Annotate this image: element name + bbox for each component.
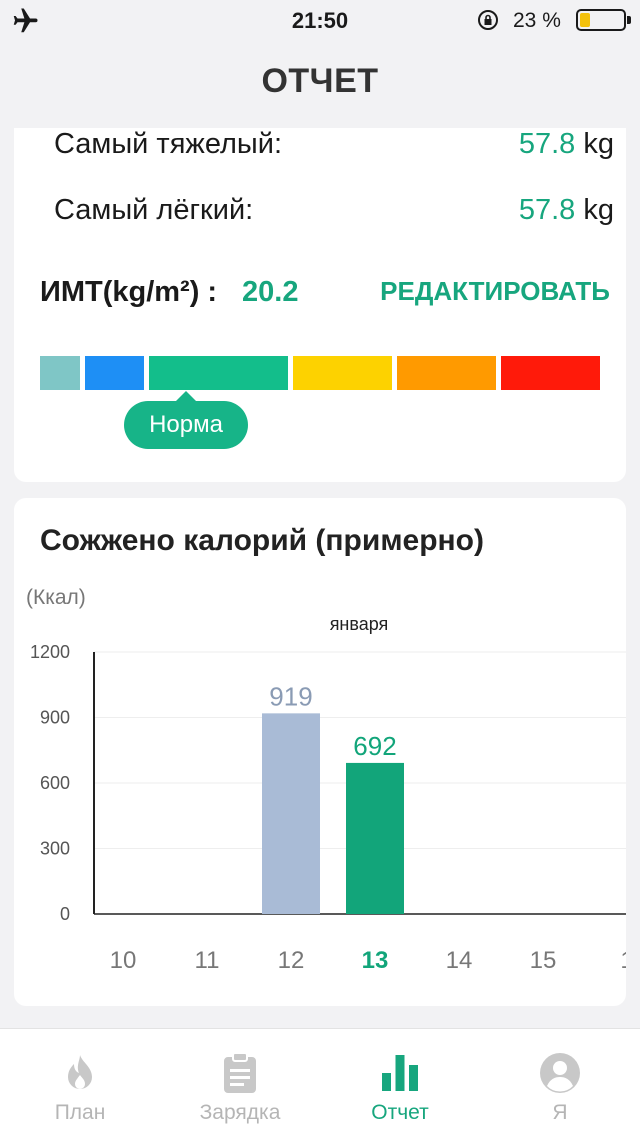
battery-percent: 23 %	[513, 9, 561, 32]
y-tick-label: 300	[40, 839, 70, 859]
user-icon	[540, 1053, 580, 1093]
battery-cap	[627, 16, 631, 24]
bmi-scale-segment-6	[501, 356, 600, 390]
heaviest-value: 57.8 kg	[519, 128, 614, 161]
tab-report-label: Отчет	[371, 1101, 429, 1124]
tab-profile[interactable]: Я	[480, 1029, 640, 1136]
clipboard-icon	[224, 1052, 256, 1093]
y-tick-label: 1200	[30, 642, 70, 662]
bmi-status-badge: Норма	[124, 391, 248, 449]
x-tick-label: 14	[446, 947, 473, 974]
bmi-status-text: Норма	[149, 411, 223, 438]
x-tick-label: 13	[362, 947, 389, 974]
lightest-value: 57.8 kg	[519, 194, 614, 227]
heaviest-label: Самый тяжелый:	[54, 128, 283, 160]
bar-13	[346, 762, 404, 914]
heaviest-unit: kg	[583, 128, 614, 160]
bar-12	[262, 713, 320, 914]
calories-card: Сожжено калорий (примерно) (Ккал) 0 300 60…	[14, 498, 626, 1006]
bmi-scale-segment-4	[293, 356, 392, 390]
flame-icon	[68, 1055, 92, 1089]
bar-chart-icon	[382, 1055, 418, 1091]
x-tick-label: 15	[530, 947, 557, 974]
bmi-label: ИМТ(kg/m²) :	[40, 276, 218, 308]
rotation-lock-icon	[478, 10, 498, 30]
edit-bmi-button[interactable]: РЕДАКТИРОВАТЬ	[380, 276, 610, 307]
bmi-scale-segment-5	[397, 356, 496, 390]
y-tick-label: 600	[40, 773, 70, 793]
y-tick-label: 0	[60, 904, 70, 924]
battery-icon	[576, 9, 626, 31]
tab-plan[interactable]: План	[0, 1029, 160, 1136]
x-tick-label: 10	[110, 947, 137, 974]
heaviest-number: 57.8	[518, 128, 576, 160]
lightest-row: Самый лёгкий: 57.8 kg	[54, 194, 614, 234]
bmi-scale-segment-2	[85, 356, 144, 390]
x-tick-label: 12	[278, 947, 305, 974]
bmi-value: 20.2	[242, 276, 299, 308]
tab-plan-label: План	[54, 1101, 106, 1124]
lightest-label: Самый лёгкий:	[54, 194, 254, 226]
calories-bar-chart[interactable]: 0 300 600 900 1200 января 10 11 919 12 692 13 14 15 1	[14, 498, 626, 1006]
lightest-number: 57.8	[518, 194, 576, 226]
x-tick-label: 11	[195, 947, 220, 974]
page-title: ОТЧЕТ	[261, 62, 379, 100]
bmi-scale-segment-1	[40, 356, 80, 390]
status-bar: 21:50 23 %	[0, 0, 640, 40]
bmi-status-pointer	[176, 391, 196, 401]
tab-exercise-label: Зарядка	[199, 1101, 281, 1124]
tab-bar: План Зарядка Отчет Я	[0, 1028, 640, 1136]
x-tick-label: 1	[620, 947, 626, 974]
lightest-unit: kg	[583, 194, 614, 226]
tab-profile-label: Я	[552, 1101, 568, 1124]
y-tick-label: 900	[40, 708, 70, 728]
bmi-scale-segment-3	[149, 356, 288, 390]
heaviest-row: Самый тяжелый: 57.8 kg	[54, 128, 614, 168]
bar-value-label: 692	[353, 731, 396, 761]
tab-report[interactable]: Отчет	[320, 1029, 480, 1136]
month-label: января	[330, 614, 389, 634]
bar-value-label: 919	[269, 681, 312, 711]
tab-exercise[interactable]: Зарядка	[160, 1029, 320, 1136]
weight-bmi-card: Самый тяжелый: 57.8 kg Самый лёгкий: 57.…	[14, 128, 626, 482]
